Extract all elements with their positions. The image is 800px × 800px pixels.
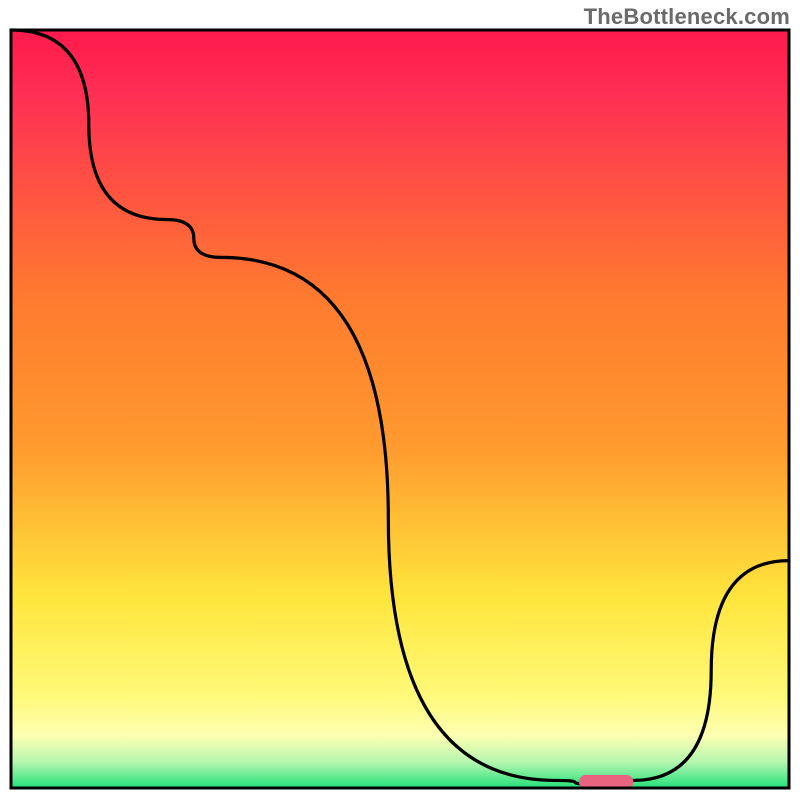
- watermark-label: TheBottleneck.com: [584, 4, 790, 30]
- chart-svg: [0, 0, 800, 800]
- bottleneck-chart: TheBottleneck.com: [0, 0, 800, 800]
